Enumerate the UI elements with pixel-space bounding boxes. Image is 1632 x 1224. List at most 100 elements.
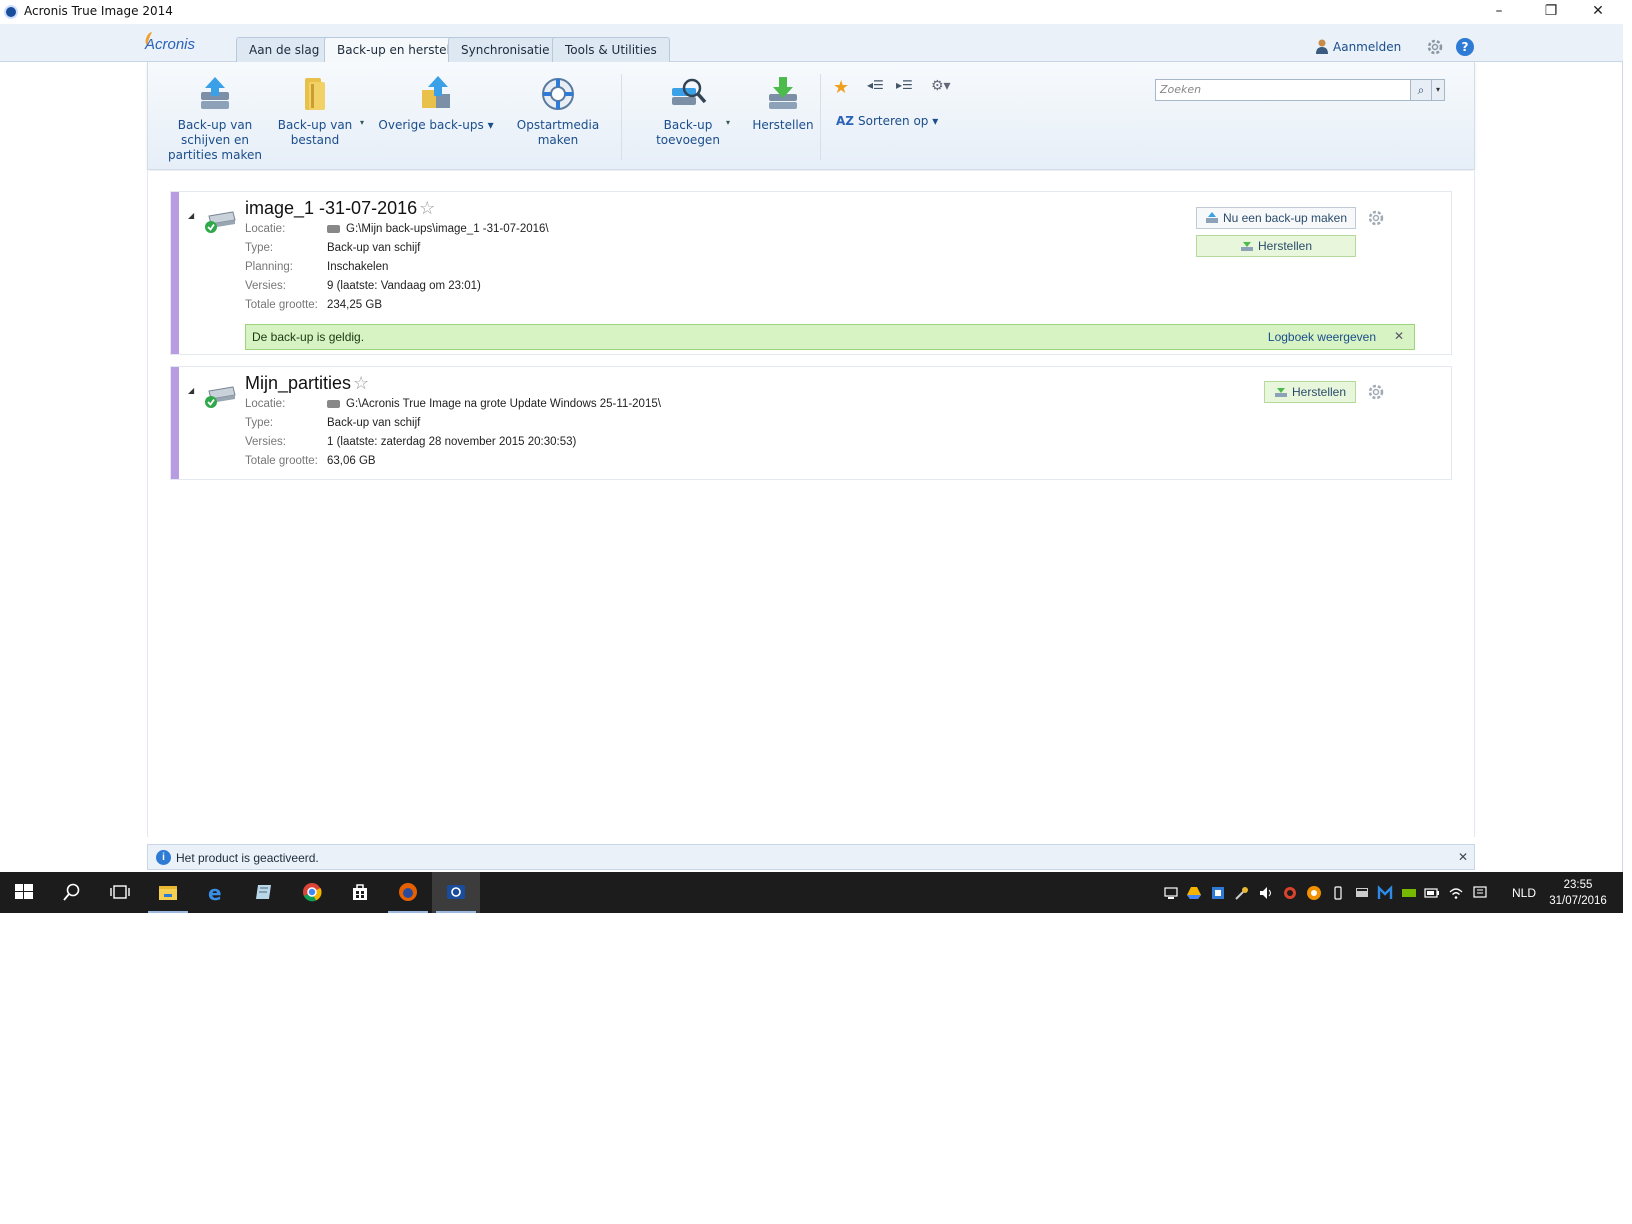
malwarebytes-tray-icon[interactable]	[1377, 885, 1393, 901]
drive-icon	[327, 224, 340, 233]
edge-browser-icon: e	[208, 882, 222, 902]
user-icon[interactable]	[1315, 38, 1329, 54]
backup-card[interactable]: ◢ image_1 -31-07-2016 ☆ Locatie: G:\Mijn b…	[170, 191, 1452, 355]
search-icon[interactable]: ⌕	[1410, 79, 1432, 101]
search-dropdown-icon[interactable]: ▾	[1431, 79, 1445, 101]
start-button[interactable]	[0, 872, 48, 913]
view-log-link[interactable]: Logboek weergeven	[1268, 330, 1376, 344]
volume-tray-icon[interactable]	[1258, 885, 1274, 901]
action-center-tray-icon[interactable]	[1472, 885, 1488, 901]
close-status-icon[interactable]: ✕	[1458, 850, 1468, 864]
favorites-star-icon[interactable]: ★	[833, 77, 849, 98]
other-backups-button[interactable]: Overige back-ups ▾	[376, 74, 496, 133]
taskbar-clock[interactable]: 23:55 31/07/2016	[1546, 877, 1610, 909]
backup-now-icon	[1205, 212, 1218, 223]
backup-settings-gear-icon[interactable]	[1367, 383, 1385, 401]
window-title: Acronis True Image 2014	[24, 4, 173, 18]
schedule-enable-link[interactable]: Inschakelen	[327, 261, 388, 273]
maximize-button[interactable]: ❐	[1528, 0, 1574, 24]
chrome-icon	[303, 883, 322, 902]
nvidia-tray-icon[interactable]	[1401, 885, 1417, 901]
boot-media-label: Opstartmedia maken	[516, 118, 600, 147]
google-drive-tray-icon[interactable]	[1186, 885, 1202, 901]
notes-app-taskbar-button[interactable]	[240, 872, 288, 913]
tab-tools-utilities[interactable]: Tools & Utilities	[552, 37, 670, 62]
restore-small-icon	[1240, 242, 1253, 251]
search-taskbar-button[interactable]	[48, 872, 96, 913]
backup-now-button[interactable]: Nu een back-up maken	[1196, 207, 1356, 229]
favorite-star-icon[interactable]: ☆	[353, 373, 369, 393]
other-backups-icon	[422, 76, 450, 108]
store-bag-icon	[353, 884, 367, 900]
boot-media-button[interactable]: Opstartmedia maken	[508, 74, 608, 148]
backup-versions-row: Versies: 1 (laatste: zaterdag 28 november…	[245, 436, 577, 448]
network-tray-icon[interactable]	[1163, 885, 1179, 901]
restore-button[interactable]: Herstellen	[1196, 235, 1356, 257]
app-tray-icon[interactable]	[1210, 885, 1226, 901]
tab-synchronisatie[interactable]: Synchronisatie	[448, 37, 563, 62]
collapse-triangle-icon[interactable]: ◢	[188, 386, 194, 395]
help-icon[interactable]: ?	[1456, 38, 1474, 56]
display-tray-icon[interactable]	[1354, 885, 1370, 901]
sort-dropdown-icon: ▾	[932, 114, 939, 128]
backup-valid-banner: De back-up is geldig. Logboek weergeven …	[245, 324, 1415, 350]
task-view-button[interactable]	[96, 872, 144, 913]
backup-type-row: Type: Back-up van schijf	[245, 242, 421, 254]
language-indicator[interactable]: NLD	[1512, 886, 1536, 927]
edge-taskbar-button[interactable]: e	[192, 872, 240, 913]
backup-settings-gear-icon[interactable]	[1367, 209, 1385, 227]
usb-tray-icon[interactable]	[1330, 885, 1346, 901]
tab-back-up-en-herstel[interactable]: Back-up en herstel	[324, 37, 463, 63]
backup-versions-row: Versies: 9 (laatste: Vandaag om 23:01)	[245, 280, 481, 292]
wifi-tray-icon[interactable]	[1448, 885, 1464, 901]
view-settings-icon[interactable]: ⚙▾	[931, 78, 951, 94]
file-explorer-taskbar-button[interactable]	[144, 872, 192, 913]
add-backup-button[interactable]: Back-up toevoegen	[638, 74, 738, 148]
backup-location-row: Locatie: G:\Mijn back-ups\image_1 -31-07-…	[245, 223, 549, 235]
svg-text:e: e	[208, 882, 222, 902]
acronis-taskbar-button[interactable]	[432, 872, 480, 913]
backup-size-row: Totale grootte: 63,06 GB	[245, 455, 376, 467]
avast-tray-icon[interactable]	[1306, 885, 1322, 901]
backup-name: image_1 -31-07-2016 ☆	[245, 198, 436, 218]
gear-icon[interactable]	[1426, 38, 1444, 56]
restore-toolbar-label: Herstellen	[752, 118, 814, 132]
login-link[interactable]: Aanmelden	[1333, 40, 1401, 54]
add-backup-label: Back-up toevoegen	[656, 118, 720, 147]
app-header: Acronis Aan de slag Back-up en herstel S…	[0, 24, 1623, 63]
backup-file-dropdown-icon[interactable]: ▾	[360, 118, 364, 127]
clock-date: 31/07/2016	[1549, 895, 1607, 907]
restore-button[interactable]: Herstellen	[1264, 381, 1356, 403]
add-backup-search-icon	[672, 78, 707, 105]
close-button[interactable]: ✕	[1575, 0, 1621, 24]
search-input[interactable]: Zoeken	[1155, 79, 1411, 101]
folder-backup-icon	[305, 78, 325, 110]
disk-backup-valid-icon	[205, 386, 236, 408]
backup-file-label: Back-up van bestand	[277, 118, 353, 147]
acronis-taskbar-icon	[447, 885, 465, 899]
collapse-triangle-icon[interactable]: ◢	[188, 211, 194, 220]
firefox-taskbar-button[interactable]	[384, 872, 432, 913]
battery-tray-icon[interactable]	[1424, 885, 1440, 901]
expand-all-icon[interactable]: ◂☰	[867, 78, 884, 92]
backup-card[interactable]: ◢ Mijn_partities ☆ Locatie: G:\Acronis Tru…	[170, 366, 1452, 480]
restore-toolbar-button[interactable]: Herstellen	[748, 74, 818, 133]
collapse-all-icon[interactable]: ▸☰	[896, 78, 913, 92]
close-banner-icon[interactable]: ✕	[1394, 329, 1404, 343]
search-icon	[63, 883, 80, 901]
sync-tray-icon[interactable]	[1282, 885, 1298, 901]
favorite-star-icon[interactable]: ☆	[419, 198, 435, 218]
tools-tray-icon[interactable]	[1234, 885, 1250, 901]
backup-file-button[interactable]: Back-up van bestand	[270, 74, 360, 148]
add-backup-dropdown-icon[interactable]: ▾	[726, 118, 730, 127]
toolbar-ribbon: Back-up van schijven en partities maken …	[147, 62, 1475, 170]
status-bar: i Het product is geactiveerd. ✕	[147, 844, 1475, 870]
chrome-taskbar-button[interactable]	[288, 872, 336, 913]
tab-aan-de-slag[interactable]: Aan de slag	[236, 37, 333, 62]
backup-disks-button[interactable]: Back-up van schijven en partities maken	[160, 74, 270, 163]
store-taskbar-button[interactable]	[336, 872, 384, 913]
sort-button[interactable]: AZ Sorteren op ▾	[836, 114, 938, 128]
backup-location-row: Locatie: G:\Acronis True Image na grote U…	[245, 398, 661, 410]
minimize-button[interactable]: –	[1476, 0, 1522, 24]
backup-size-row: Totale grootte: 234,25 GB	[245, 299, 382, 311]
